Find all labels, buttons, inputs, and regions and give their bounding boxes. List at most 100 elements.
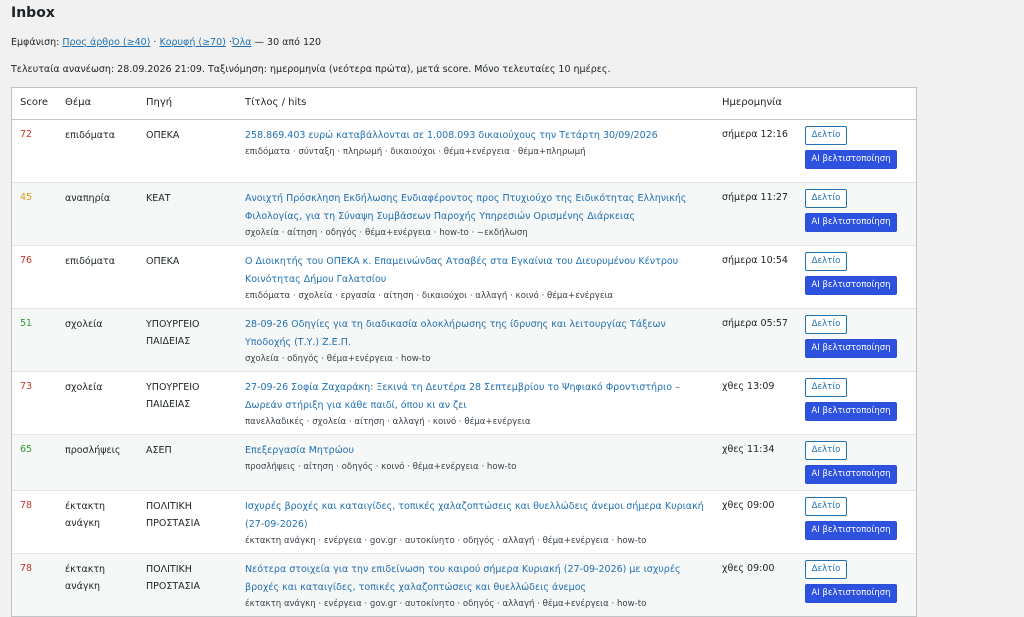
hits-list: σχολεία · οδηγός · θέμα+ενέργεια · how-t… (245, 354, 431, 364)
report-button[interactable]: Δελτίο (805, 126, 847, 145)
row-actions: Δελτίο AI βελτιστοποίηση (805, 560, 897, 603)
date-cell: χθες 09:00 (722, 500, 775, 511)
refresh-info: Τελευταία ανανέωση: 28.09.2026 21:09. Τα… (11, 64, 611, 75)
topic-cell: επιδόματα (65, 130, 115, 141)
header-title-hits[interactable]: Τίτλος / hits (245, 97, 306, 108)
hits-list: πανελλαδικές · σχολεία · αίτηση · αλλαγή… (245, 417, 531, 427)
ai-optimize-button[interactable]: AI βελτιστοποίηση (805, 213, 897, 232)
ai-optimize-button[interactable]: AI βελτιστοποίηση (805, 276, 897, 295)
table-row: 76 επιδόματα ΟΠΕΚΑ Ο Διοικητής του ΟΠΕΚΑ κ.… (12, 246, 916, 309)
topic-cell: αναπηρία (65, 193, 111, 204)
source-cell: ΟΠΕΚΑ (146, 256, 180, 267)
ai-optimize-button[interactable]: AI βελτιστοποίηση (805, 339, 897, 358)
report-button[interactable]: Δελτίο (805, 560, 847, 579)
date-cell: σήμερα 11:27 (722, 192, 788, 203)
header-topic[interactable]: Θέμα (65, 97, 91, 108)
source-cell: ΠΟΛΙΤΙΚΗ ΠΡΟΣΤΑΣΙΑ (146, 564, 200, 592)
report-button[interactable]: Δελτίο (805, 315, 847, 334)
topic-cell: σχολεία (65, 382, 103, 393)
row-actions: Δελτίο AI βελτιστοποίηση (805, 252, 897, 295)
score-value: 76 (20, 255, 33, 266)
inbox-table: Score Θέμα Πηγή Τίτλος / hits Ημερομηνία… (11, 87, 917, 617)
title-cell: 28-09-26 Οδηγίες για τη διαδικασία ολοκλ… (245, 316, 707, 367)
source-cell: ΥΠΟΥΡΓΕΙΟ ΠΑΙΔΕΙΑΣ (146, 382, 200, 410)
hits-list: επιδόματα · σχολεία · εργασία · αίτηση ·… (245, 291, 614, 301)
row-actions: Δελτίο AI βελτιστοποίηση (805, 189, 897, 232)
report-button[interactable]: Δελτίο (805, 441, 847, 460)
row-actions: Δελτίο AI βελτιστοποίηση (805, 126, 897, 169)
filter-link-all[interactable]: Όλα (232, 37, 252, 48)
score-value: 45 (20, 192, 33, 203)
table-row: 72 επιδόματα ΟΠΕΚΑ 258.869.403 ευρώ καταβάλ… (12, 120, 916, 183)
report-button[interactable]: Δελτίο (805, 189, 847, 208)
score-value: 78 (20, 563, 33, 574)
article-title-link[interactable]: Ο Διοικητής του ΟΠΕΚΑ κ. Επαμεινώνδας Ατ… (245, 253, 707, 289)
table-row: 51 σχολεία ΥΠΟΥΡΓΕΙΟ ΠΑΙΔΕΙΑΣ 28-09-26 Οδηγ… (12, 309, 916, 372)
date-cell: σήμερα 05:57 (722, 318, 788, 329)
report-button[interactable]: Δελτίο (805, 378, 847, 397)
table-row: 78 έκτακτη ανάγκη ΠΟΛΙΤΙΚΗ ΠΡΟΣΤΑΣΙΑ Νεότερ… (12, 554, 916, 616)
report-button[interactable]: Δελτίο (805, 497, 847, 516)
ai-optimize-button[interactable]: AI βελτιστοποίηση (805, 584, 897, 603)
row-actions: Δελτίο AI βελτιστοποίηση (805, 378, 897, 421)
topic-cell: έκτακτη ανάγκη (65, 564, 106, 592)
view-filter: Εμφάνιση: Προς άρθρο (≥40) · Κορυφή (≥70… (11, 37, 321, 48)
filter-label: Εμφάνιση: (11, 37, 60, 48)
filter-link-top[interactable]: Κορυφή (≥70) (159, 37, 225, 48)
header-score[interactable]: Score (20, 97, 48, 108)
source-cell: ΚΕΑΤ (146, 193, 171, 204)
ai-optimize-button[interactable]: AI βελτιστοποίηση (805, 150, 897, 169)
article-title-link[interactable]: 258.869.403 ευρώ καταβάλλονται σε 1.008.… (245, 127, 707, 145)
header-date[interactable]: Ημερομηνία (722, 97, 782, 108)
article-title-link[interactable]: Ανοιχτή Πρόσκληση Εκδήλωσης Ενδιαφέροντο… (245, 190, 707, 226)
hits-list: σχολεία · αίτηση · οδηγός · θέμα+ενέργει… (245, 228, 528, 238)
title-cell: Νεότερα στοιχεία για την επιδείνωση του … (245, 561, 707, 612)
score-value: 65 (20, 444, 33, 455)
source-cell: ΟΠΕΚΑ (146, 130, 180, 141)
date-cell: σήμερα 12:16 (722, 129, 788, 140)
header-source[interactable]: Πηγή (146, 97, 172, 108)
row-actions: Δελτίο AI βελτιστοποίηση (805, 497, 897, 540)
filter-separator: · (153, 37, 157, 48)
date-cell: χθες 11:34 (722, 444, 775, 455)
ai-optimize-button[interactable]: AI βελτιστοποίηση (805, 402, 897, 421)
table-body: 72 επιδόματα ΟΠΕΚΑ 258.869.403 ευρώ καταβάλ… (12, 120, 916, 616)
score-value: 73 (20, 381, 33, 392)
table-row: 65 προσλήψεις ΑΣΕΠ Επεξεργασία Μητρώου προσλ… (12, 435, 916, 491)
source-cell: ΠΟΛΙΤΙΚΗ ΠΡΟΣΤΑΣΙΑ (146, 501, 200, 529)
title-cell: Επεξεργασία Μητρώου προσλήψεις · αίτηση ·… (245, 442, 707, 475)
topic-cell: επιδόματα (65, 256, 115, 267)
hits-list: έκτακτη ανάγκη · ενέργεια · gov.gr · αυτ… (245, 536, 647, 546)
date-cell: χθες 13:09 (722, 381, 775, 392)
report-button[interactable]: Δελτίο (805, 252, 847, 271)
hits-list: έκτακτη ανάγκη · ενέργεια · gov.gr · αυτ… (245, 599, 647, 609)
score-value: 78 (20, 500, 33, 511)
ai-optimize-button[interactable]: AI βελτιστοποίηση (805, 465, 897, 484)
article-title-link[interactable]: Νεότερα στοιχεία για την επιδείνωση του … (245, 561, 707, 597)
title-cell: Ισχυρές βροχές και καταιγίδες, τοπικές χ… (245, 498, 707, 549)
date-cell: χθες 09:00 (722, 563, 775, 574)
hits-list: προσλήψεις · αίτηση · οδηγός · κοινό · θ… (245, 462, 517, 472)
filter-link-to-article[interactable]: Προς άρθρο (≥40) (62, 37, 150, 48)
source-cell: ΥΠΟΥΡΓΕΙΟ ΠΑΙΔΕΙΑΣ (146, 319, 200, 347)
article-title-link[interactable]: Ισχυρές βροχές και καταιγίδες, τοπικές χ… (245, 498, 707, 534)
table-row: 78 έκτακτη ανάγκη ΠΟΛΙΤΙΚΗ ΠΡΟΣΤΑΣΙΑ Ισχυρέ… (12, 491, 916, 554)
page-title: Inbox (11, 5, 55, 21)
article-title-link[interactable]: Επεξεργασία Μητρώου (245, 442, 707, 460)
hits-list: επιδόματα · σύνταξη · πληρωμή · δικαιούχ… (245, 147, 586, 157)
title-cell: 27-09-26 Σοφία Ζαχαράκη: Ξεκινά τη Δευτέ… (245, 379, 707, 430)
topic-cell: σχολεία (65, 319, 103, 330)
source-cell: ΑΣΕΠ (146, 445, 172, 456)
ai-optimize-button[interactable]: AI βελτιστοποίηση (805, 521, 897, 540)
score-value: 72 (20, 129, 33, 140)
article-title-link[interactable]: 28-09-26 Οδηγίες για τη διαδικασία ολοκλ… (245, 316, 707, 352)
row-actions: Δελτίο AI βελτιστοποίηση (805, 441, 897, 484)
table-row: 73 σχολεία ΥΠΟΥΡΓΕΙΟ ΠΑΙΔΕΙΑΣ 27-09-26 Σοφί… (12, 372, 916, 435)
row-actions: Δελτίο AI βελτιστοποίηση (805, 315, 897, 358)
table-row: 45 αναπηρία ΚΕΑΤ Ανοιχτή Πρόσκληση Εκδήλωση… (12, 183, 916, 246)
item-count: — 30 από 120 (254, 37, 322, 48)
article-title-link[interactable]: 27-09-26 Σοφία Ζαχαράκη: Ξεκινά τη Δευτέ… (245, 379, 707, 415)
title-cell: 258.869.403 ευρώ καταβάλλονται σε 1.008.… (245, 127, 707, 160)
topic-cell: προσλήψεις (65, 445, 121, 456)
title-cell: Ανοιχτή Πρόσκληση Εκδήλωσης Ενδιαφέροντο… (245, 190, 707, 241)
